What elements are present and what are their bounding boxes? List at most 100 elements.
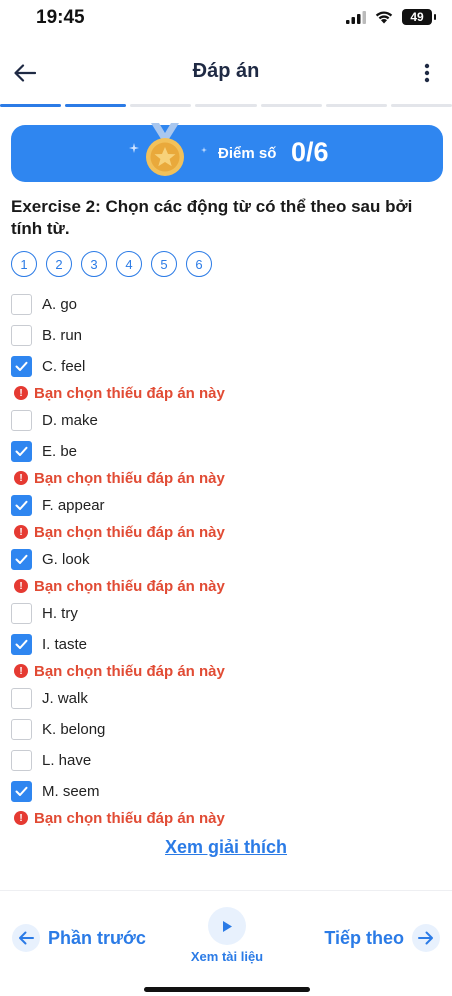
score-label: Điểm số [218,145,277,162]
checkbox[interactable] [11,749,32,771]
missed-answer-warning: ! Bạn chọn thiếu đáp án này [14,468,225,488]
alert-icon: ! [14,579,28,593]
checkbox[interactable] [11,687,32,709]
sparkle-icon [129,143,139,153]
checkbox[interactable] [11,409,32,431]
progress-segment [65,104,127,107]
checkbox[interactable] [11,718,32,740]
progress-segment [260,104,322,107]
option-d[interactable]: D. make [11,408,98,432]
option-label: I. taste [42,635,88,653]
checkbox-checked[interactable] [11,633,32,655]
home-indicator [144,987,310,992]
warning-text: Bạn chọn thiếu đáp án này [34,577,225,595]
warning-text: Bạn chọn thiếu đáp án này [34,662,225,680]
option-label: F. appear [42,496,105,514]
more-options-button[interactable] [414,58,440,88]
previous-section-button[interactable]: Phần trước [12,924,146,952]
checkbox-checked[interactable] [11,440,32,462]
question-number-1[interactable]: 1 [11,251,37,277]
progress-tabs [0,104,452,108]
option-label: K. belong [42,720,106,738]
option-label: M. seem [42,782,100,800]
option-b[interactable]: B. run [11,323,82,347]
alert-icon: ! [14,811,28,825]
option-e[interactable]: E. be [11,439,77,463]
warning-text: Bạn chọn thiếu đáp án này [34,809,225,827]
checkmark-icon [15,361,28,371]
alert-icon: ! [14,664,28,678]
warning-text: Bạn chọn thiếu đáp án này [34,469,225,487]
option-a[interactable]: A. go [11,292,77,316]
option-label: L. have [42,751,92,769]
option-label: D. make [42,411,98,429]
missed-answer-warning: ! Bạn chọn thiếu đáp án này [14,522,225,542]
checkbox[interactable] [11,293,32,315]
checkbox-checked[interactable] [11,780,32,802]
next-button[interactable]: Tiếp theo [324,924,440,952]
missed-answer-warning: ! Bạn chọn thiếu đáp án này [14,808,225,828]
question-number-3[interactable]: 3 [81,251,107,277]
view-materials-button[interactable]: Xem tài liệu [190,907,264,967]
option-label: A. go [42,295,78,313]
checkbox[interactable] [11,324,32,346]
question-number-4[interactable]: 4 [116,251,142,277]
checkbox-checked[interactable] [11,494,32,516]
progress-segment [325,104,387,107]
checkmark-icon [15,639,28,649]
option-c[interactable]: C. feel [11,354,85,378]
question-number-2[interactable]: 2 [46,251,72,277]
next-label: Tiếp theo [324,927,404,948]
checkmark-icon [15,500,28,510]
checkbox-checked[interactable] [11,355,32,377]
option-g[interactable]: G. look [11,547,90,571]
view-materials-label: Xem tài liệu [190,949,264,964]
warning-text: Bạn chọn thiếu đáp án này [34,523,225,541]
question-text: Exercise 2: Chọn các động từ có thể theo… [11,197,413,238]
checkmark-icon [15,786,28,796]
medal-icon [146,123,184,176]
wifi-icon [375,11,393,24]
question-number-6[interactable]: 6 [186,251,212,277]
option-label: H. try [42,604,78,622]
status-icons: 49 [346,9,436,25]
sparkle-icon [201,147,207,153]
status-bar: 19:45 49 [0,0,452,40]
option-k[interactable]: K. belong [11,717,105,741]
progress-segment [195,104,257,107]
battery-level: 49 [410,10,424,24]
checkmark-icon [15,554,28,564]
alert-icon: ! [14,525,28,539]
arrow-left-icon [12,924,40,952]
option-label: B. run [42,326,83,344]
battery-icon: 49 [402,9,436,25]
progress-segment [130,104,192,107]
status-time: 19:45 [36,7,85,28]
divider [0,890,452,891]
option-label: C. feel [42,357,86,375]
previous-label: Phần trước [48,927,146,948]
view-explanation-link[interactable]: Xem giải thích [0,837,452,858]
question-number-5[interactable]: 5 [151,251,177,277]
progress-segment [390,104,452,107]
signal-icon [346,10,366,24]
more-vertical-icon [424,63,430,83]
alert-icon: ! [14,471,28,485]
option-l[interactable]: L. have [11,748,91,772]
option-j[interactable]: J. walk [11,686,88,710]
arrow-right-icon [412,924,440,952]
option-h[interactable]: H. try [11,601,78,625]
warning-text: Bạn chọn thiếu đáp án này [34,384,225,402]
checkbox[interactable] [11,602,32,624]
checkmark-icon [15,446,28,456]
option-i[interactable]: I. taste [11,632,87,656]
progress-segment [0,104,62,107]
play-icon [208,907,246,945]
option-label: E. be [42,442,78,460]
page-title: Đáp án [192,60,260,82]
missed-answer-warning: ! Bạn chọn thiếu đáp án này [14,576,225,596]
option-f[interactable]: F. appear [11,493,105,517]
checkbox-checked[interactable] [11,548,32,570]
missed-answer-warning: ! Bạn chọn thiếu đáp án này [14,383,225,403]
option-m[interactable]: M. seem [11,779,100,803]
